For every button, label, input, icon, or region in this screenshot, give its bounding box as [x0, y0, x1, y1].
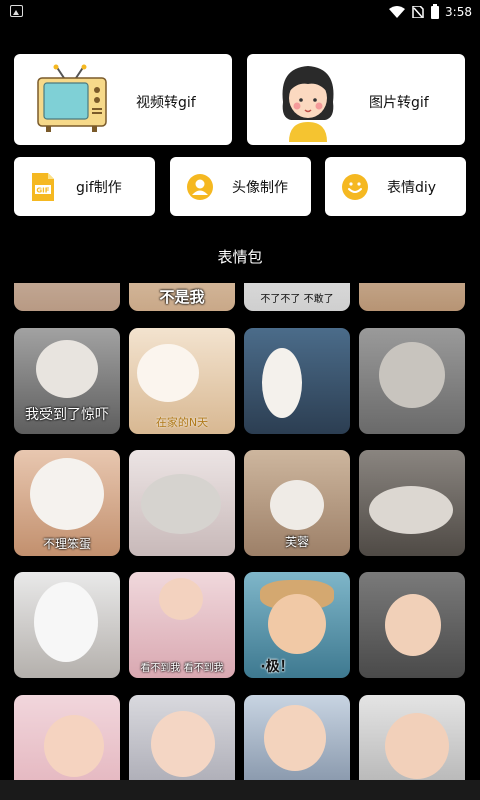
gif-file-icon: GIF [32, 173, 54, 201]
sticker-caption: 不了不了 不敢了 [260, 294, 334, 305]
gif-make-card[interactable]: GIF gif制作 [14, 157, 155, 216]
sticker-caption: 不理笨蛋 [42, 537, 91, 551]
avatar-make-card[interactable]: 头像制作 [170, 157, 311, 216]
sticker-tile[interactable] [14, 572, 120, 678]
avatar-make-label: 头像制作 [232, 180, 288, 196]
sticker-tile[interactable]: 在家的N天 [129, 328, 235, 434]
sticker-caption: ·极！ [260, 659, 294, 675]
sticker-tile[interactable]: 芙蓉 [244, 450, 350, 556]
sticker-tile[interactable]: 不了不了 不敢了 [244, 283, 350, 311]
image-to-gif-label: 图片转gif [369, 95, 429, 111]
sticker-tile[interactable] [359, 572, 465, 678]
section-title: 表情包 [217, 248, 263, 266]
clock: 3:58 [445, 5, 472, 19]
sticker-tile[interactable] [359, 450, 465, 556]
wifi-icon [389, 6, 406, 18]
sticker-caption: 不是我 [159, 288, 205, 306]
sticker-tile[interactable] [244, 695, 350, 780]
sticker-tile[interactable] [244, 328, 350, 434]
system-nav-bar [0, 780, 480, 800]
status-bar: 3:58 [0, 0, 480, 24]
smiley-icon [342, 174, 368, 200]
sticker-tile[interactable]: 看不到我 看不到我 [129, 572, 235, 678]
sticker-tile[interactable] [359, 695, 465, 780]
sticker-tile[interactable] [129, 695, 235, 780]
sticker-grid: 不是我 不了不了 不敢了 我受到了惊吓 在家的N天 不理笨蛋 芙蓉 看不到我 看… [0, 283, 480, 780]
sticker-tile[interactable] [359, 328, 465, 434]
sticker-tile[interactable] [359, 283, 465, 311]
sticker-tile[interactable] [14, 283, 120, 311]
sticker-tile[interactable]: 我受到了惊吓 [14, 328, 120, 434]
tv-icon [37, 64, 107, 132]
gif-make-label: gif制作 [76, 180, 122, 196]
sticker-tile[interactable] [129, 450, 235, 556]
girl-avatar-icon [282, 66, 334, 142]
video-to-gif-label: 视频转gif [136, 95, 196, 111]
gallery-notification-icon [10, 5, 23, 17]
emoji-diy-label: 表情diy [387, 180, 437, 196]
image-to-gif-card[interactable]: 图片转gif [247, 54, 465, 145]
no-sim-icon [412, 6, 424, 18]
sticker-tile[interactable]: ·极！ [244, 572, 350, 678]
video-to-gif-card[interactable]: 视频转gif [14, 54, 232, 145]
sticker-caption: 我受到了惊吓 [25, 407, 109, 423]
sticker-tile[interactable]: 不理笨蛋 [14, 450, 120, 556]
person-icon [187, 174, 213, 200]
emoji-diy-card[interactable]: 表情diy [325, 157, 466, 216]
sticker-caption: 看不到我 看不到我 [140, 663, 224, 674]
svg-text:GIF: GIF [36, 187, 49, 195]
sticker-tile[interactable] [14, 695, 120, 780]
sticker-tile[interactable]: 不是我 [129, 283, 235, 311]
status-icons: 3:58 [389, 3, 472, 21]
battery-icon [431, 3, 440, 19]
sticker-caption: 在家的N天 [155, 416, 209, 429]
sticker-caption: 芙蓉 [284, 535, 309, 549]
